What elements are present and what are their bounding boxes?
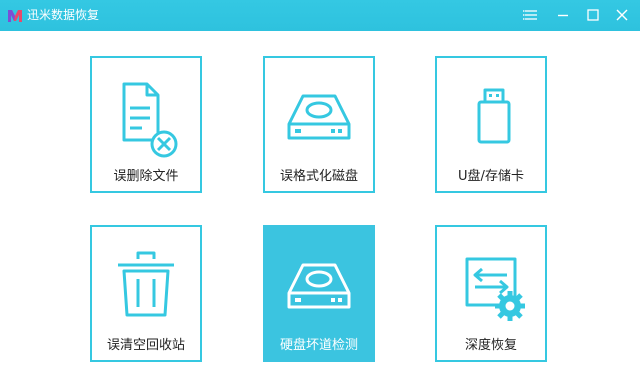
deleted-file-icon (122, 82, 178, 158)
tile-label: 误删除文件 (113, 169, 179, 184)
tile-deep-recovery[interactable]: 深度恢复 (435, 225, 547, 362)
maximize-button[interactable] (583, 5, 603, 25)
tile-bad-sector-check[interactable]: 硬盘坏道检测 (263, 225, 375, 362)
tile-usb-drive[interactable]: U盘/存储卡 (435, 56, 547, 193)
menu-icon (523, 10, 537, 20)
minimize-icon (558, 14, 568, 17)
app-logo-icon (8, 10, 22, 22)
tile-label: U盘/存储卡 (458, 169, 524, 184)
tile-label: 误清空回收站 (106, 338, 185, 353)
close-icon (616, 9, 628, 21)
disk-icon (287, 94, 351, 140)
trash-bin-icon (118, 251, 174, 317)
app-title: 迅米数据恢复 (27, 8, 100, 22)
title-bar: 迅米数据恢复 (0, 0, 640, 31)
tile-label: 误格式化磁盘 (279, 169, 358, 184)
tile-label: 硬盘坏道检测 (279, 338, 358, 353)
menu-button[interactable] (521, 5, 541, 25)
hard-disk-scan-icon (287, 263, 351, 309)
maximize-icon (587, 9, 599, 21)
tile-label: 深度恢复 (464, 338, 517, 353)
deep-recovery-icon (465, 257, 525, 321)
usb-drive-icon (477, 88, 511, 144)
close-button[interactable] (612, 5, 632, 25)
tile-deleted-file[interactable]: 误删除文件 (90, 56, 202, 193)
minimize-button[interactable] (553, 5, 573, 25)
tile-emptied-recycle-bin[interactable]: 误清空回收站 (90, 225, 202, 362)
tile-formatted-disk[interactable]: 误格式化磁盘 (263, 56, 375, 193)
